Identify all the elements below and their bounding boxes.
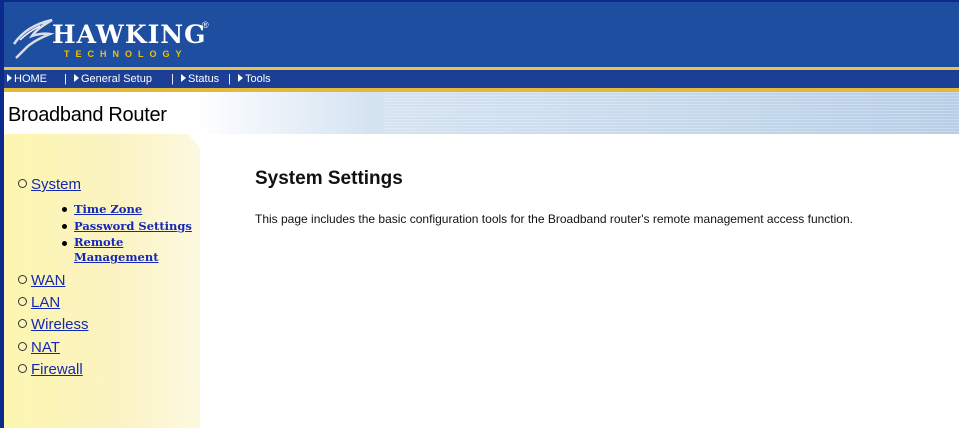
sidebar-item-label: LAN xyxy=(31,294,61,311)
sidebar-subitem-remote-management-line2[interactable]: Management xyxy=(74,250,159,264)
header-banner: HAWKING ® TECHNOLOGY xyxy=(4,2,959,67)
logo-wordmark: HAWKING xyxy=(52,20,207,49)
page-description: This page includes the basic configurati… xyxy=(255,212,853,226)
bullet-dot-icon xyxy=(62,241,67,246)
sidebar-item-label: Wireless xyxy=(31,316,89,333)
sidebar-item-label: System xyxy=(31,176,82,193)
play-triangle-icon xyxy=(238,74,243,82)
bullet-dot-icon xyxy=(62,207,67,212)
sidebar-item-label: WAN xyxy=(31,272,66,289)
circle-bullet-icon xyxy=(18,179,27,188)
sidebar-subitem-password-settings[interactable]: Password Settings xyxy=(74,219,192,233)
nav-status-link[interactable]: Status xyxy=(181,70,219,88)
nav-separator: | xyxy=(64,73,67,85)
nav-status-label: Status xyxy=(188,73,220,85)
bullet-dot-icon xyxy=(62,224,67,229)
play-triangle-icon xyxy=(74,74,79,82)
sidebar-item-system[interactable]: System xyxy=(18,176,81,193)
nav-tools-label: Tools xyxy=(245,73,271,85)
sidebar-subitem-remote-management[interactable]: Remote xyxy=(74,235,123,249)
circle-bullet-icon xyxy=(18,364,27,373)
nav-tools-link[interactable]: Tools xyxy=(238,70,271,88)
circle-bullet-icon xyxy=(18,297,27,306)
sidebar-subitem-time-zone[interactable]: Time Zone xyxy=(74,202,142,216)
sidebar-item-wan[interactable]: WAN xyxy=(18,272,65,289)
top-nav-bar: HOME | General Setup | Status | Tools xyxy=(4,70,959,88)
subtitle-bar: Broadband Router xyxy=(4,92,959,134)
subtitle-stripes xyxy=(384,92,959,134)
sidebar-item-nat[interactable]: NAT xyxy=(18,339,60,356)
nav-home-link[interactable]: HOME xyxy=(7,70,47,88)
play-triangle-icon xyxy=(7,74,12,82)
play-triangle-icon xyxy=(181,74,186,82)
sidebar-item-label: Firewall xyxy=(31,361,83,378)
nav-general-setup-link[interactable]: General Setup xyxy=(74,70,152,88)
sidebar-item-firewall[interactable]: Firewall xyxy=(18,361,83,378)
logo-tagline: TECHNOLOGY xyxy=(64,49,188,59)
sidebar-item-wireless[interactable]: Wireless xyxy=(18,316,89,333)
nav-separator: | xyxy=(228,73,231,85)
hawking-logo: HAWKING ® TECHNOLOGY xyxy=(12,12,252,60)
sidebar-item-label: NAT xyxy=(31,339,60,356)
nav-separator: | xyxy=(171,73,174,85)
sidebar-corner xyxy=(188,134,200,148)
sidebar-item-lan[interactable]: LAN xyxy=(18,294,60,311)
circle-bullet-icon xyxy=(18,319,27,328)
logo-trademark: ® xyxy=(202,20,209,30)
page-title: System Settings xyxy=(255,168,403,189)
circle-bullet-icon xyxy=(18,275,27,284)
nav-general-setup-label: General Setup xyxy=(81,73,152,85)
nav-home-label: HOME xyxy=(14,73,47,85)
circle-bullet-icon xyxy=(18,342,27,351)
page-subtitle: Broadband Router xyxy=(8,104,167,126)
hawk-logo-icon xyxy=(12,18,55,59)
